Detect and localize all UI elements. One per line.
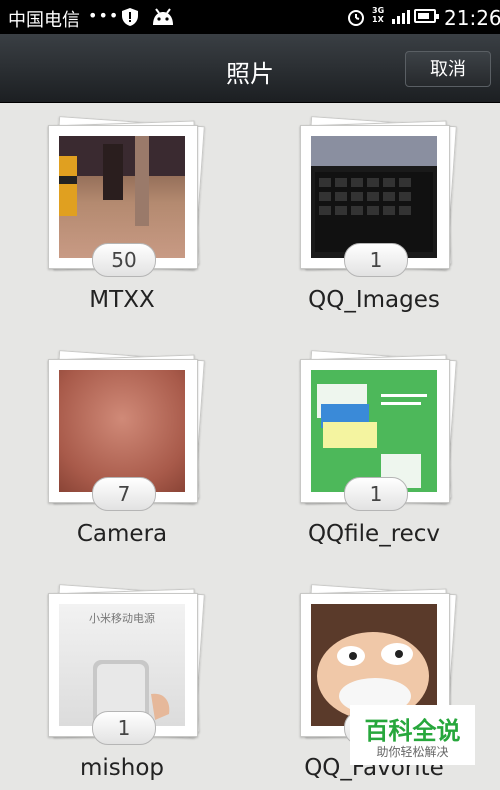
alarm-icon — [346, 7, 366, 31]
notification-dots: ••• — [88, 6, 120, 25]
clock: 21:26 — [444, 6, 500, 30]
album-name: QQ_Images — [308, 287, 440, 313]
signal-icon — [392, 9, 410, 29]
album-name: Camera — [76, 521, 168, 547]
photo-count-badge: 1 — [344, 477, 408, 511]
photo-count-badge: 50 — [92, 243, 156, 277]
album-thumbnail: 小米移动电源 — [59, 604, 185, 726]
battery-icon — [414, 9, 439, 23]
network-type: 3G 1X — [372, 6, 385, 24]
watermark-title: 百科全说 — [364, 717, 461, 745]
album-thumbnail — [59, 136, 185, 258]
status-bar: 中国电信 ••• 3G 1X 21:26 — [0, 0, 500, 34]
album-thumbnail — [311, 136, 437, 258]
title-bar: 照片 取消 — [0, 34, 500, 103]
photo-count-badge: 1 — [92, 711, 156, 745]
album-name: mishop — [79, 755, 165, 781]
carrier-name: 中国电信 — [8, 10, 80, 31]
cancel-button[interactable]: 取消 — [405, 51, 491, 87]
shield-icon — [120, 7, 140, 31]
album-name: QQfile_recv — [307, 521, 441, 547]
album-thumbnail — [311, 370, 437, 492]
album-name: MTXX — [89, 287, 155, 313]
watermark-logo: 百科全说 助你轻松解决 — [350, 705, 475, 765]
android-icon — [150, 7, 176, 31]
photo-count-badge: 1 — [344, 243, 408, 277]
photo-count-badge: 7 — [92, 477, 156, 511]
watermark-subtitle: 助你轻松解决 — [376, 745, 449, 759]
album-thumbnail — [59, 370, 185, 492]
